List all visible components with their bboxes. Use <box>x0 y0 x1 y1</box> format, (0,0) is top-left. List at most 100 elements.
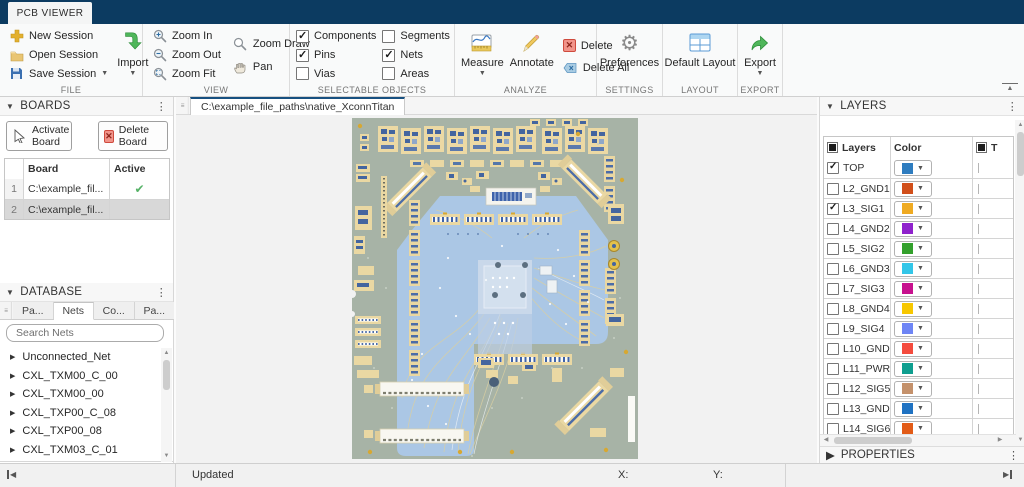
layers-scroll-down-icon[interactable]: ▼ <box>1015 435 1024 446</box>
export-button[interactable]: Export ▼ <box>744 27 776 83</box>
segments-checkbox[interactable] <box>382 30 395 43</box>
board-row[interactable]: 2C:\example_fil... <box>5 199 169 219</box>
pcb-canvas[interactable] <box>176 115 817 463</box>
layer-row[interactable]: L8_GND4▼ <box>824 298 1013 318</box>
layers-hscrollbar[interactable]: ◀ ▶ <box>820 434 1016 446</box>
zoom-out-button[interactable]: Zoom Out <box>149 46 224 65</box>
annotate-button[interactable]: Annotate <box>510 27 554 83</box>
board-row[interactable]: 1C:\example_fil...✔ <box>5 179 169 199</box>
net-list-item[interactable]: ▶CXL_TXM03_C_01 <box>0 441 174 460</box>
layer-row[interactable]: L13_GND6▼ <box>824 398 1013 418</box>
layer-visibility-checkbox[interactable] <box>827 203 839 215</box>
layer-row[interactable]: L2_GND1▼ <box>824 178 1013 198</box>
net-list-item[interactable]: ▶Unconnected_Net <box>0 348 174 367</box>
zoom-fit-button[interactable]: Zoom Fit <box>149 64 224 83</box>
tab-components[interactable]: Co... <box>94 302 135 319</box>
layer-color-dropdown[interactable]: ▼ <box>894 381 932 397</box>
tab-parts[interactable]: Pa... <box>13 302 54 319</box>
measure-caret[interactable]: ▼ <box>479 70 486 77</box>
layer-visibility-checkbox[interactable] <box>827 323 839 335</box>
layer-visibility-checkbox[interactable] <box>827 403 839 415</box>
layers-select-all-checkbox[interactable] <box>827 142 838 153</box>
layer-visibility-checkbox[interactable] <box>827 343 839 355</box>
segments-checkbox-row[interactable]: Segments <box>382 27 450 46</box>
layer-visibility-checkbox[interactable] <box>827 263 839 275</box>
layers-scroll-left-icon[interactable]: ◀ <box>820 435 832 446</box>
nets-scroll-up-icon[interactable]: ▲ <box>161 348 172 359</box>
tab-pads[interactable]: Pa... <box>135 302 175 319</box>
layer-visibility-checkbox[interactable] <box>827 183 839 195</box>
document-tab[interactable]: C:\example_file_paths\native_XconnTitan <box>190 97 405 115</box>
new-session-button[interactable]: New Session <box>6 27 111 46</box>
open-session-button[interactable]: Open Session <box>6 46 111 65</box>
layer-color-dropdown[interactable]: ▼ <box>894 241 932 257</box>
nets-checkbox[interactable] <box>382 49 395 62</box>
collapse-right-panel-icon[interactable]: ▶ <box>1003 470 1012 479</box>
layer-row[interactable]: TOP▼ <box>824 158 1013 178</box>
layer-color-dropdown[interactable]: ▼ <box>894 401 932 417</box>
net-expand-icon[interactable]: ▶ <box>10 427 15 435</box>
layer-color-dropdown[interactable]: ▼ <box>894 281 932 297</box>
layer-row[interactable]: L4_GND2▼ <box>824 218 1013 238</box>
database-collapse-icon[interactable]: ▼ <box>6 288 14 297</box>
net-expand-icon[interactable]: ▶ <box>10 390 15 398</box>
net-list-item[interactable]: ▶CXL_TXM00_C_00 <box>0 367 174 386</box>
export-caret[interactable]: ▼ <box>757 70 764 77</box>
layer-row[interactable]: L12_SIG5▼ <box>824 378 1013 398</box>
delete-board-button[interactable]: ✕ Delete Board <box>98 121 168 151</box>
net-expand-icon[interactable]: ▶ <box>10 353 15 361</box>
layer-color-dropdown[interactable]: ▼ <box>894 201 932 217</box>
layer-visibility-checkbox[interactable] <box>827 283 839 295</box>
preferences-button[interactable]: ⚙ Preferences <box>601 27 659 83</box>
nets-checkbox-row[interactable]: Nets <box>382 46 450 65</box>
database-menu-icon[interactable]: ⋮ <box>156 286 167 299</box>
boards-menu-icon[interactable]: ⋮ <box>156 100 167 113</box>
nets-scroll-down-icon[interactable]: ▼ <box>161 451 172 462</box>
nets-scrollbar[interactable]: ▲ ▼ <box>161 348 172 462</box>
layer-visibility-checkbox[interactable] <box>827 383 839 395</box>
tab-nets[interactable]: Nets <box>54 302 95 320</box>
layers-collapse-icon[interactable]: ▼ <box>826 102 834 111</box>
net-expand-icon[interactable]: ▶ <box>10 446 15 454</box>
measure-button[interactable]: Measure ▼ <box>461 27 504 83</box>
layers-vscrollbar[interactable]: ▲ ▼ <box>1015 120 1024 446</box>
components-checkbox[interactable] <box>296 30 309 43</box>
layer-row[interactable]: L5_SIG2▼ <box>824 238 1013 258</box>
layer-visibility-checkbox[interactable] <box>827 223 839 235</box>
layer-color-dropdown[interactable]: ▼ <box>894 221 932 237</box>
pins-checkbox-row[interactable]: Pins <box>296 46 376 65</box>
layers-scroll-right-icon[interactable]: ▶ <box>994 435 1006 446</box>
zoom-in-button[interactable]: Zoom In <box>149 27 224 46</box>
nets-scroll-thumb[interactable] <box>163 360 170 390</box>
document-tab-grip-icon[interactable]: ≡ <box>177 97 188 114</box>
layers-hscroll-thumb[interactable] <box>834 437 912 444</box>
database-tabs-grip-icon[interactable]: ≡ <box>1 302 11 319</box>
areas-checkbox-row[interactable]: Areas <box>382 64 450 83</box>
ribbon-tab-pcb-viewer[interactable]: PCB VIEWER <box>8 2 92 24</box>
layer-visibility-checkbox[interactable] <box>827 162 839 174</box>
default-layout-button[interactable]: Default Layout <box>665 27 736 83</box>
vias-checkbox[interactable] <box>296 67 309 80</box>
layer-color-dropdown[interactable]: ▼ <box>894 301 932 317</box>
import-caret[interactable]: ▼ <box>129 70 136 77</box>
layer-color-dropdown[interactable]: ▼ <box>894 361 932 377</box>
net-list-item[interactable]: ▶CXL_TXP00_08 <box>0 422 174 441</box>
properties-menu-icon[interactable]: ⋮ <box>1008 449 1019 462</box>
layer-visibility-checkbox[interactable] <box>827 303 839 315</box>
layer-row[interactable]: L7_SIG3▼ <box>824 278 1013 298</box>
net-list-item[interactable]: ▶CXL_TXP00_C_08 <box>0 404 174 423</box>
layer-row[interactable]: L11_PWR1▼ <box>824 358 1013 378</box>
vias-checkbox-row[interactable]: Vias <box>296 64 376 83</box>
save-session-caret[interactable]: ▼ <box>101 70 108 77</box>
net-list-item[interactable]: ▶CXL_TXM00_00 <box>0 385 174 404</box>
layer-visibility-checkbox[interactable] <box>827 363 839 375</box>
areas-checkbox[interactable] <box>382 67 395 80</box>
properties-expand-icon[interactable]: ▶ <box>826 448 835 462</box>
search-nets-input[interactable] <box>6 324 164 342</box>
layer-color-dropdown[interactable]: ▼ <box>894 181 932 197</box>
third-column-checkbox[interactable] <box>976 142 987 153</box>
layers-scroll-thumb[interactable] <box>1017 132 1024 176</box>
activate-board-button[interactable]: Activate Board <box>6 121 72 151</box>
layer-visibility-checkbox[interactable] <box>827 423 839 435</box>
layer-color-dropdown[interactable]: ▼ <box>894 341 932 357</box>
